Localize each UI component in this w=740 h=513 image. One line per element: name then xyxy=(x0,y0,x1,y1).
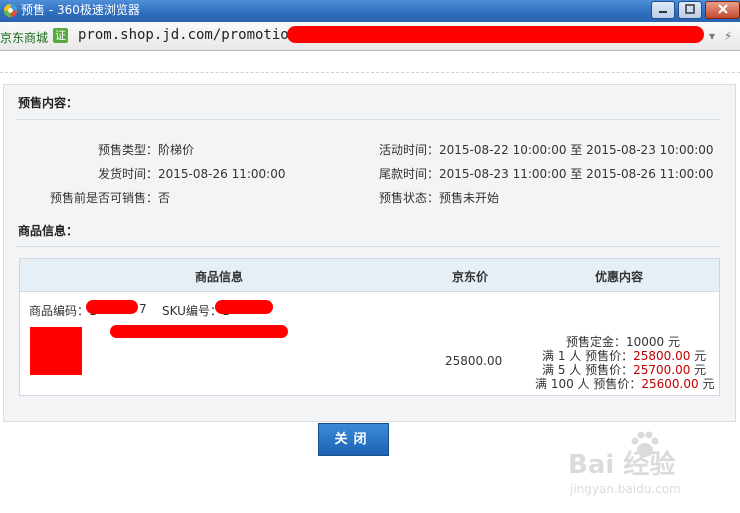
page-top-divider xyxy=(0,72,740,73)
watermark-brand: Bai 经验 xyxy=(568,450,676,480)
close-button[interactable]: 关闭 xyxy=(318,423,389,456)
speed-mode-icon[interactable]: ⚡ xyxy=(724,29,732,43)
product-section-title: 商品信息： xyxy=(18,224,79,238)
close-icon xyxy=(717,4,728,14)
section-divider xyxy=(16,119,719,120)
sell-before-field: 预售前是否可销售：否 xyxy=(50,189,170,206)
close-window-button[interactable] xyxy=(705,1,740,19)
jd-price-value: 25800.00 xyxy=(445,354,503,368)
balance-time-field: 尾款时间：2015-08-23 11:00:00 至 2015-08-26 11… xyxy=(379,165,714,182)
presale-status-value: 预售未开始 xyxy=(439,191,500,205)
ship-time-field: 发货时间：2015-08-26 11:00:00 xyxy=(98,165,285,182)
sku-label: SKU编号： xyxy=(162,304,222,318)
maximize-icon xyxy=(685,4,695,14)
activity-time-label: 活动时间： xyxy=(379,143,440,157)
column-header-jd-price: 京东价 xyxy=(452,270,489,284)
tier-price: 25600.00 xyxy=(641,377,699,391)
ship-time-value: 2015-08-26 11:00:00 xyxy=(158,167,286,181)
sell-before-label: 预售前是否可销售： xyxy=(50,191,159,205)
presale-section-title: 预售内容： xyxy=(18,96,79,110)
tier-unit: 元 xyxy=(698,377,715,391)
sell-before-value: 否 xyxy=(158,191,171,205)
maximize-button[interactable] xyxy=(678,1,702,19)
url-field[interactable]: prom.shop.jd.com/promotion/ xyxy=(78,27,306,43)
minimize-icon xyxy=(659,11,667,13)
tier-label: 满 100 人 预售价： xyxy=(535,377,642,391)
site-name[interactable]: 京东商城 xyxy=(0,29,48,46)
url-dropdown-icon[interactable]: ▾ xyxy=(709,29,715,43)
activity-time-field: 活动时间：2015-08-22 10:00:00 至 2015-08-23 10… xyxy=(379,141,714,158)
ship-time-label: 发货时间： xyxy=(98,167,159,181)
window-titlebar: 预售 - 360极速浏览器 xyxy=(0,0,740,22)
presale-type-field: 预售类型：阶梯价 xyxy=(98,141,194,158)
column-header-discount: 优惠内容 xyxy=(595,270,644,284)
presale-status-field: 预售状态：预售未开始 xyxy=(379,189,499,206)
product-code-suffix: 7 xyxy=(139,302,147,316)
balance-time-value: 2015-08-23 11:00:00 至 2015-08-26 11:00:0… xyxy=(439,167,714,181)
section-divider xyxy=(16,246,719,247)
browser-logo-icon xyxy=(3,3,18,18)
tier-row: 满 100 人 预售价：25600.00 元 xyxy=(535,375,714,392)
product-code-label: 商品编码： xyxy=(29,304,90,318)
product-code-redaction xyxy=(86,300,138,314)
baidu-jingyan-watermark: Bai 经验 jingyan.baidu.com xyxy=(560,430,730,500)
presale-status-label: 预售状态： xyxy=(379,191,440,205)
url-redaction xyxy=(287,26,704,43)
activity-time-value: 2015-08-22 10:00:00 至 2015-08-23 10:00:0… xyxy=(439,143,714,157)
window-title: 预售 - 360极速浏览器 xyxy=(21,3,140,17)
product-name-link[interactable] xyxy=(110,325,288,338)
presale-type-value: 阶梯价 xyxy=(158,143,195,157)
balance-time-label: 尾款时间： xyxy=(379,167,440,181)
sku-redaction xyxy=(215,300,273,314)
table-header: 商品信息 京东价 优惠内容 xyxy=(20,259,719,292)
watermark-domain: jingyan.baidu.com xyxy=(570,482,681,496)
column-header-product: 商品信息 xyxy=(195,270,244,284)
product-thumbnail[interactable] xyxy=(30,327,82,375)
presale-type-label: 预售类型： xyxy=(98,143,159,157)
verified-badge-icon[interactable]: 证 xyxy=(53,28,68,43)
minimize-button[interactable] xyxy=(651,1,675,19)
